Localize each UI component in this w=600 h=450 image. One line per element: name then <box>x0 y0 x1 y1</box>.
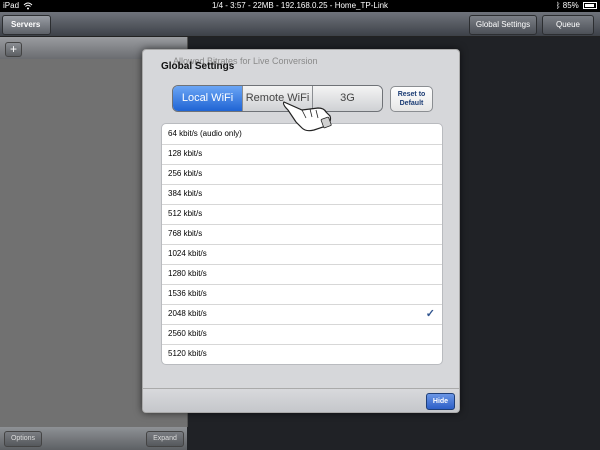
list-item[interactable]: 384 kbit/s <box>162 184 442 205</box>
segment-local-wifi[interactable]: Local WiFi <box>173 86 243 111</box>
options-button[interactable]: Options <box>4 431 42 447</box>
list-item[interactable]: 512 kbit/s <box>162 204 442 225</box>
list-item[interactable]: 1024 kbit/s <box>162 244 442 265</box>
bitrate-list: 64 kbit/s (audio only) 128 kbit/s 256 kb… <box>161 123 443 365</box>
add-server-button[interactable]: + <box>5 42 22 57</box>
list-item[interactable]: 1536 kbit/s <box>162 284 442 305</box>
modal-header: Allowed Bitrates for Live Conversion Glo… <box>143 50 459 76</box>
servers-back-button[interactable]: Servers <box>2 15 52 35</box>
list-item[interactable]: 2048 kbit/s ✓ <box>162 304 442 325</box>
battery-percent: 85% <box>562 1 579 10</box>
battery-icon <box>583 2 597 10</box>
list-item[interactable]: 2560 kbit/s <box>162 324 442 345</box>
queue-button[interactable]: Queue <box>542 15 594 35</box>
list-item[interactable]: 256 kbit/s <box>162 164 442 185</box>
status-center-text: 1/4 - 3:57 - 22MB - 192.168.0.25 - Home_… <box>211 1 389 10</box>
status-bar: iPad 1/4 - 3:57 - 22MB - 192.168.0.25 - … <box>0 0 600 12</box>
hide-button[interactable]: Hide <box>426 393 455 410</box>
expand-button[interactable]: Expand <box>146 431 184 447</box>
modal-footer: Hide <box>143 388 459 412</box>
list-item[interactable]: 768 kbit/s <box>162 224 442 245</box>
bluetooth-icon: ᛒ <box>555 1 561 10</box>
reset-label: Reset to Default <box>397 91 426 107</box>
list-item[interactable]: 128 kbit/s <box>162 144 442 165</box>
left-footer: Options Expand <box>0 427 187 450</box>
global-settings-button[interactable]: Global Settings <box>469 15 537 35</box>
checkmark-icon: ✓ <box>425 308 435 320</box>
status-battery: ᛒ 85% <box>556 0 597 12</box>
pointing-hand-icon <box>282 101 332 132</box>
modal-title: Global Settings <box>161 61 235 72</box>
list-item[interactable]: 5120 kbit/s <box>162 344 442 364</box>
reset-to-default-button[interactable]: Reset to Default <box>390 86 433 112</box>
network-segmented-control: Local WiFi Remote WiFi 3G <box>172 85 383 112</box>
list-item[interactable]: 1280 kbit/s <box>162 264 442 285</box>
